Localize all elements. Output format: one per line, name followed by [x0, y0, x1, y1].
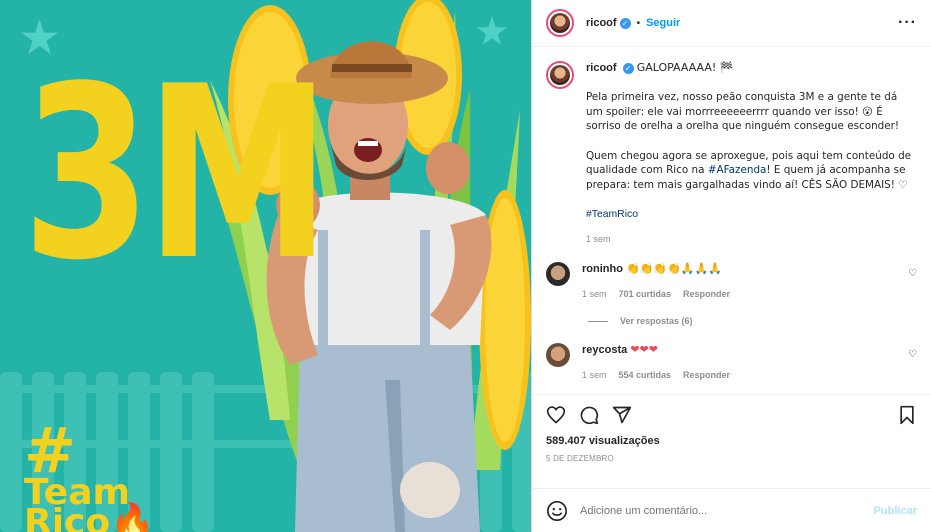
view-replies-label: Ver respostas (6) — [620, 316, 693, 327]
more-options-icon[interactable]: ··· — [898, 14, 917, 32]
follow-button[interactable]: Seguir — [646, 17, 680, 29]
caption-paragraph-2: Quem chegou agora se aproxegue, pois aqu… — [586, 149, 917, 193]
hashtag-afazenda-link[interactable]: #AFazenda — [708, 164, 767, 176]
view-replies-button[interactable]: Ver respostas (6) — [588, 316, 917, 326]
comment-text: 👏👏👏👏🙏🙏🙏 — [626, 262, 722, 276]
caption-paragraph-1: Pela primeira vez, nosso peão conquista … — [586, 91, 900, 133]
comment-text: ❤❤❤ — [630, 343, 658, 357]
commenter-username[interactable]: reycosta — [582, 344, 627, 356]
comment-item: reycosta ❤❤❤ 1 sem 554 curtidas Responde… — [546, 343, 917, 380]
comment-meta: 1 sem 701 curtidas Responder — [582, 289, 908, 299]
reply-button[interactable]: Responder — [683, 370, 730, 380]
commenter-username[interactable]: roninho — [582, 263, 623, 275]
comment-body: roninho 👏👏👏👏🙏🙏🙏 1 sem 701 curtidas Respo… — [582, 262, 908, 299]
caption-headline-row: ricoof ✓ GALOPAAAAA! 🏁 — [586, 61, 917, 75]
comment-meta: 1 sem 554 curtidas Responder — [582, 370, 908, 380]
replies-line — [588, 320, 608, 322]
instagram-post-view: ★ ★ 3M # Team Rico🔥 ricoof ✓ • Seguir ··… — [0, 0, 931, 532]
caption-headline: GALOPAAAAA! 🏁 — [636, 61, 734, 74]
comment-likes[interactable]: 554 curtidas — [619, 370, 672, 380]
verified-badge-icon: ✓ — [622, 62, 634, 74]
like-comment-heart-icon[interactable]: ♡ — [908, 268, 917, 299]
reply-button[interactable]: Responder — [683, 289, 730, 299]
hashtag-teamrico-link[interactable]: #TeamRico — [586, 208, 917, 223]
commenter-avatar[interactable] — [546, 343, 570, 368]
comment-item: roninho 👏👏👏👏🙏🙏🙏 1 sem 701 curtidas Respo… — [546, 262, 917, 299]
caption-body: ricoof ✓ GALOPAAAAA! 🏁 Pela primeira vez… — [586, 61, 917, 244]
comments-section[interactable]: ricoof ✓ GALOPAAAAA! 🏁 Pela primeira vez… — [532, 47, 931, 394]
save-bookmark-icon[interactable] — [897, 405, 917, 425]
add-comment-bar: Publicar — [532, 488, 931, 532]
view-count[interactable]: 589.407 visualizações — [546, 435, 917, 447]
post-caption: ricoof ✓ GALOPAAAAA! 🏁 Pela primeira vez… — [546, 61, 917, 244]
comment-body: reycosta ❤❤❤ 1 sem 554 curtidas Responde… — [582, 343, 908, 380]
caption-username[interactable]: ricoof — [586, 62, 617, 74]
verified-badge-icon: ✓ — [619, 17, 631, 29]
comment-bubble-icon[interactable] — [579, 405, 599, 425]
comment-input[interactable] — [580, 504, 874, 517]
post-image[interactable]: ★ ★ 3M # Team Rico🔥 — [0, 0, 531, 532]
star-icon: ★ — [474, 10, 510, 54]
image-headline-text: 3M — [22, 34, 331, 313]
comment-time[interactable]: 1 sem — [582, 370, 607, 380]
like-comment-heart-icon[interactable]: ♡ — [908, 349, 917, 380]
image-team-line2: Rico🔥 — [24, 502, 155, 532]
commenter-avatar[interactable] — [546, 262, 570, 287]
image-team-hash: # — [24, 414, 76, 487]
comment-time[interactable]: 1 sem — [582, 289, 607, 299]
like-heart-icon[interactable] — [546, 405, 566, 425]
author-username[interactable]: ricoof — [586, 17, 617, 29]
image-team-text: # Team Rico🔥 — [24, 414, 155, 532]
publish-button[interactable]: Publicar — [874, 505, 917, 517]
caption-time[interactable]: 1 sem — [586, 234, 917, 244]
share-send-icon[interactable] — [612, 405, 632, 425]
caption-avatar[interactable] — [546, 61, 574, 89]
emoji-smiley-icon[interactable] — [546, 500, 568, 522]
post-actions: 589.407 visualizações 5 DE DEZEMBRO — [532, 394, 931, 488]
post-sidebar: ricoof ✓ • Seguir ··· ricoof ✓ GALOPAAAA… — [531, 0, 931, 532]
author-avatar[interactable] — [546, 9, 574, 37]
separator-dot: • — [636, 17, 641, 29]
comment-likes[interactable]: 701 curtidas — [619, 289, 672, 299]
action-icons-row — [546, 403, 917, 427]
post-date[interactable]: 5 DE DEZEMBRO — [546, 454, 917, 463]
post-header: ricoof ✓ • Seguir ··· — [532, 0, 931, 47]
